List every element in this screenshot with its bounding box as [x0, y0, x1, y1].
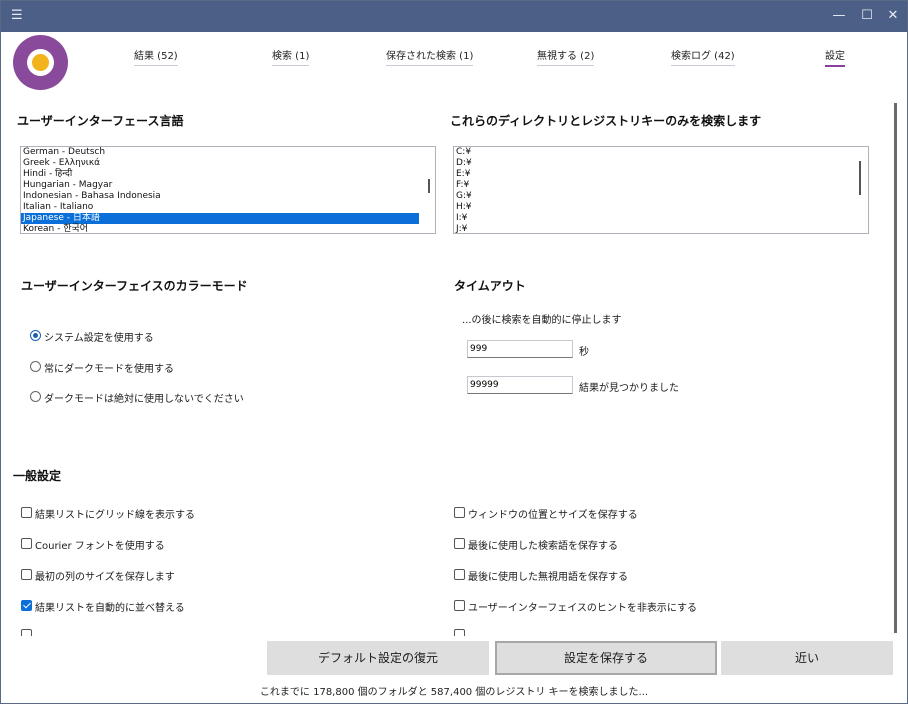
radio-always-dark[interactable] [30, 361, 41, 372]
timeout-seconds-unit: 秒 [579, 347, 589, 358]
tab-settings[interactable]: 設定 [825, 47, 845, 67]
minimize-icon[interactable]: — [827, 6, 851, 26]
checkbox-auto-sort[interactable] [21, 600, 32, 611]
app-window: ☰ — ☐ ✕ 結果 (52) 検索 (1) 保存された検索 (1) 無視する … [0, 0, 908, 704]
checkbox-hide-ui-hints[interactable] [454, 600, 465, 611]
radio-never-dark[interactable] [30, 391, 41, 402]
list-item[interactable]: Italian - Italiano [21, 202, 435, 213]
language-scrollbar[interactable] [428, 179, 430, 193]
checkbox-label-hide-ui-hints[interactable]: ユーザーインターフェイスのヒントを非表示にする [468, 599, 697, 614]
tab-saved-searches[interactable]: 保存された検索 (1) [386, 47, 474, 66]
list-item[interactable]: G:¥ [454, 191, 868, 202]
list-item[interactable]: H:¥ [454, 202, 868, 213]
directories-scrollbar[interactable] [859, 161, 861, 195]
checkbox-row-partial [454, 629, 604, 636]
radio-system-setting[interactable] [30, 330, 41, 341]
hamburger-menu-icon[interactable]: ☰ [11, 8, 23, 23]
tab-ignore[interactable]: 無視する (2) [537, 47, 595, 66]
list-item[interactable]: Indonesian - Bahasa Indonesia [21, 191, 435, 202]
title-bar: ☰ — ☐ ✕ [1, 1, 907, 32]
close-icon[interactable]: ✕ [881, 6, 905, 26]
timeout-seconds-input[interactable] [467, 340, 573, 358]
tab-results[interactable]: 結果 (52) [134, 47, 178, 66]
radio-label-system-setting[interactable]: システム設定を使用する [44, 329, 154, 344]
list-item[interactable]: C:¥ [454, 147, 868, 158]
checkbox-courier-font[interactable] [21, 538, 32, 549]
checkbox-grid-lines[interactable] [21, 507, 32, 518]
list-item[interactable]: Korean - 한국어 [21, 224, 435, 233]
list-item[interactable]: Hindi - हिन्दी [21, 169, 435, 180]
restore-defaults-button[interactable]: デフォルト設定の復元 [267, 641, 489, 675]
color-mode-section-title: ユーザーインターフェイスのカラーモード [21, 279, 248, 293]
list-item-selected[interactable]: Japanese - 日本語 [21, 213, 419, 224]
app-logo [13, 35, 68, 90]
directories-section-title: これらのディレクトリとレジストリキーのみを検索します [450, 114, 762, 128]
checkbox-label-auto-sort[interactable]: 結果リストを自動的に並べ替える [35, 599, 185, 614]
checkbox-label-save-last-search-terms[interactable]: 最後に使用した検索語を保存する [468, 537, 618, 552]
checkbox-save-last-ignore-terms[interactable] [454, 569, 465, 580]
tab-search-log[interactable]: 検索ログ (42) [671, 47, 735, 66]
timeout-description: ...の後に検索を自動的に停止します [462, 315, 622, 326]
checkbox-label-save-first-column[interactable]: 最初の列のサイズを保存します [35, 568, 175, 583]
radio-label-always-dark[interactable]: 常にダークモードを使用する [44, 360, 174, 375]
list-item[interactable]: E:¥ [454, 169, 868, 180]
checkbox-save-first-column[interactable] [21, 569, 32, 580]
list-item[interactable]: Greek - Ελληνικά [21, 158, 435, 169]
list-item[interactable]: F:¥ [454, 180, 868, 191]
language-section-title: ユーザーインターフェース言語 [17, 114, 184, 128]
checkbox-save-window-position[interactable] [454, 507, 465, 518]
timeout-results-unit: 結果が見つかりました [579, 383, 679, 394]
timeout-section-title: タイムアウト [454, 279, 526, 293]
general-section-title: 一般設定 [13, 469, 62, 483]
directories-listbox[interactable]: C:¥ D:¥ E:¥ F:¥ G:¥ H:¥ I:¥ J:¥ [453, 146, 869, 234]
settings-scrollbar[interactable] [894, 103, 897, 633]
list-item[interactable]: German - Deutsch [21, 147, 435, 158]
list-item[interactable]: J:¥ [454, 224, 868, 233]
checkbox-label-save-last-ignore-terms[interactable]: 最後に使用した無視用語を保存する [468, 568, 628, 583]
language-listbox[interactable]: German - Deutsch Greek - Ελληνικά Hindi … [20, 146, 436, 234]
button-bar: デフォルト設定の復元 設定を保存する 近い [267, 641, 893, 675]
status-bar-text: これまでに 178,800 個のフォルダと 587,400 個のレジストリ キー… [259, 687, 649, 698]
checkbox-label-save-window-position[interactable]: ウィンドウの位置とサイズを保存する [468, 506, 638, 521]
checkbox-row-partial [21, 629, 171, 636]
close-button[interactable]: 近い [721, 641, 893, 675]
maximize-icon[interactable]: ☐ [855, 6, 879, 26]
save-settings-button[interactable]: 設定を保存する [495, 641, 717, 675]
tab-search[interactable]: 検索 (1) [272, 47, 310, 66]
checkbox-save-last-search-terms[interactable] [454, 538, 465, 549]
timeout-results-input[interactable] [467, 376, 573, 394]
list-item[interactable]: I:¥ [454, 213, 868, 224]
list-item[interactable]: D:¥ [454, 158, 868, 169]
checkbox-label-courier-font[interactable]: Courier フォントを使用する [35, 537, 165, 552]
checkbox-label-grid-lines[interactable]: 結果リストにグリッド線を表示する [35, 506, 195, 521]
list-item[interactable]: Hungarian - Magyar [21, 180, 435, 191]
radio-label-never-dark[interactable]: ダークモードは絶対に使用しないでください [44, 390, 244, 405]
